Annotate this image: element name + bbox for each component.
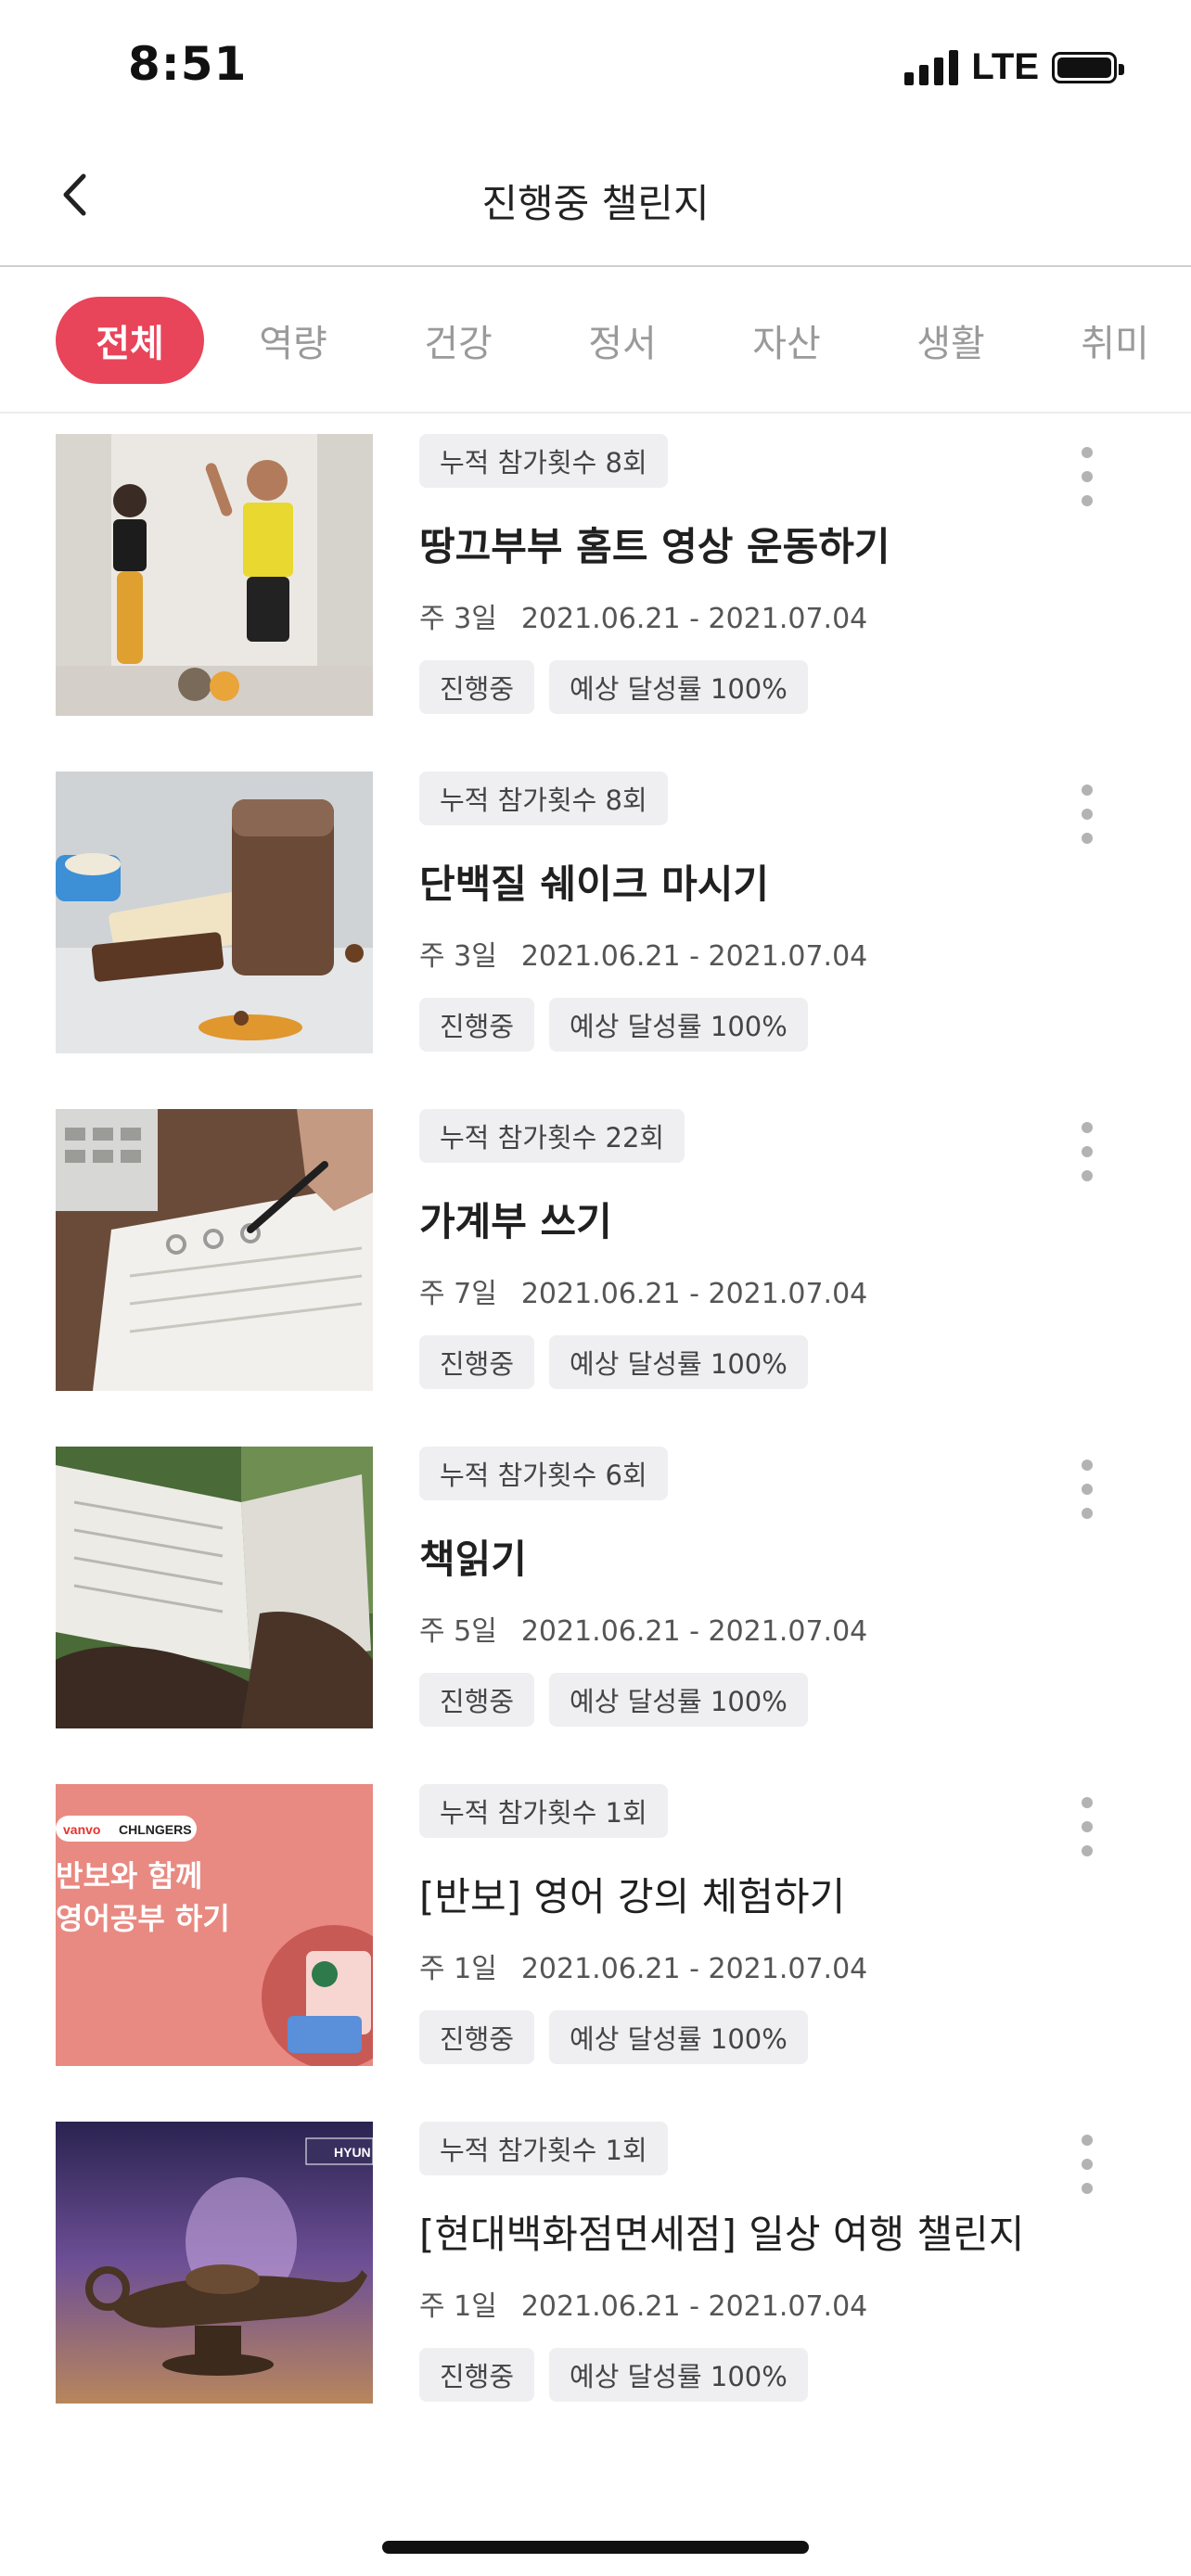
tab-competency[interactable]: 역량 bbox=[237, 297, 349, 384]
challenge-meta: 주 1일 2021.06.21 - 2021.07.04 bbox=[419, 1945, 867, 1986]
challenge-title: 단백질 쉐이크 마시기 bbox=[419, 861, 770, 907]
battery-icon bbox=[1052, 51, 1124, 83]
status-badge: 진행중 bbox=[419, 660, 535, 714]
challenge-frequency: 주 3일 bbox=[419, 940, 497, 973]
challenge-meta: 주 7일 2021.06.21 - 2021.07.04 bbox=[419, 1270, 867, 1311]
status-badge: 진행중 bbox=[419, 998, 535, 1052]
banner-brand: HYUN bbox=[334, 2145, 371, 2160]
challenge-thumbnail bbox=[56, 1447, 373, 1728]
tab-hobby[interactable]: 취미 bbox=[1059, 297, 1171, 384]
more-options-button[interactable] bbox=[1069, 447, 1106, 506]
expected-rate-badge: 예상 달성률 100% bbox=[549, 1673, 808, 1727]
challenge-title: 가계부 쓰기 bbox=[419, 1199, 612, 1244]
challenge-frequency: 주 3일 bbox=[419, 603, 497, 635]
status-badge: 진행중 bbox=[419, 1335, 535, 1389]
challenge-item[interactable]: HYUN 누적 참가횟수 1회 [현대백화점면세점] 일상 여행 챌린지 주 1… bbox=[0, 2101, 1191, 2439]
participation-badge: 누적 참가횟수 8회 bbox=[419, 772, 668, 825]
banner-line1: 반보와 함께 bbox=[56, 1858, 202, 1894]
challenge-item[interactable]: 누적 참가횟수 8회 단백질 쉐이크 마시기 주 3일 2021.06.21 - … bbox=[0, 751, 1191, 1089]
status-bar: 8:51 LTE bbox=[0, 0, 1191, 130]
nav-header: 진행중 챌린지 bbox=[0, 130, 1191, 267]
tab-assets[interactable]: 자산 bbox=[731, 297, 842, 384]
tab-health[interactable]: 건강 bbox=[403, 297, 514, 384]
participation-badge: 누적 참가횟수 1회 bbox=[419, 2122, 668, 2175]
status-row: 진행중 예상 달성률 100% bbox=[419, 1673, 808, 1727]
expected-rate-badge: 예상 달성률 100% bbox=[549, 1335, 808, 1389]
participation-badge: 누적 참가횟수 8회 bbox=[419, 434, 668, 488]
challenge-thumbnail bbox=[56, 772, 373, 1053]
challenge-item[interactable]: 누적 참가횟수 6회 책읽기 주 5일 2021.06.21 - 2021.07.… bbox=[0, 1426, 1191, 1764]
challenge-title: [반보] 영어 강의 체험하기 bbox=[419, 1874, 846, 1919]
challenge-frequency: 주 1일 bbox=[419, 1953, 497, 1985]
participation-badge: 누적 참가횟수 1회 bbox=[419, 1784, 668, 1838]
challenge-thumbnail: vanvo CHLNGERS 반보와 함께 영어공부 하기 bbox=[56, 1784, 373, 2066]
tab-living[interactable]: 생활 bbox=[895, 297, 1006, 384]
network-label: LTE bbox=[971, 46, 1039, 87]
more-vertical-icon bbox=[1082, 784, 1093, 796]
challenge-period: 2021.06.21 - 2021.07.04 bbox=[520, 1615, 868, 1648]
more-options-button[interactable] bbox=[1069, 1460, 1106, 1519]
challenge-thumbnail bbox=[56, 434, 373, 716]
home-indicator[interactable] bbox=[382, 2541, 809, 2554]
status-time: 8:51 bbox=[128, 37, 248, 91]
tab-all[interactable]: 전체 bbox=[56, 297, 204, 384]
challenge-frequency: 주 7일 bbox=[419, 1278, 497, 1310]
expected-rate-badge: 예상 달성률 100% bbox=[549, 2348, 808, 2402]
more-vertical-icon bbox=[1082, 2135, 1093, 2146]
participation-badge: 누적 참가횟수 6회 bbox=[419, 1447, 668, 1500]
challenge-meta: 주 3일 2021.06.21 - 2021.07.04 bbox=[419, 933, 867, 974]
status-row: 진행중 예상 달성률 100% bbox=[419, 2348, 808, 2402]
banner-partner: CHLNGERS bbox=[119, 1822, 192, 1837]
challenge-item[interactable]: 누적 참가횟수 8회 땅끄부부 홈트 영상 운동하기 주 3일 2021.06.2… bbox=[0, 414, 1191, 751]
challenge-period: 2021.06.21 - 2021.07.04 bbox=[520, 1278, 868, 1310]
more-options-button[interactable] bbox=[1069, 1797, 1106, 1856]
status-row: 진행중 예상 달성률 100% bbox=[419, 660, 808, 714]
status-row: 진행중 예상 달성률 100% bbox=[419, 998, 808, 1052]
challenge-title: 책읽기 bbox=[419, 1537, 527, 1582]
page-title: 진행중 챌린지 bbox=[481, 181, 710, 226]
participation-badge: 누적 참가횟수 22회 bbox=[419, 1109, 685, 1163]
challenge-period: 2021.06.21 - 2021.07.04 bbox=[520, 603, 868, 635]
status-row: 진행중 예상 달성률 100% bbox=[419, 2010, 808, 2064]
more-options-button[interactable] bbox=[1069, 2135, 1106, 2194]
expected-rate-badge: 예상 달성률 100% bbox=[549, 998, 808, 1052]
challenge-meta: 주 5일 2021.06.21 - 2021.07.04 bbox=[419, 1608, 867, 1649]
challenge-item[interactable]: vanvo CHLNGERS 반보와 함께 영어공부 하기 누적 참가횟수 1회… bbox=[0, 1764, 1191, 2101]
status-badge: 진행중 bbox=[419, 1673, 535, 1727]
more-vertical-icon bbox=[1082, 1460, 1093, 1471]
challenge-meta: 주 3일 2021.06.21 - 2021.07.04 bbox=[419, 595, 867, 636]
challenge-period: 2021.06.21 - 2021.07.04 bbox=[520, 940, 868, 973]
expected-rate-badge: 예상 달성률 100% bbox=[549, 660, 808, 714]
more-options-button[interactable] bbox=[1069, 1122, 1106, 1181]
tab-emotion[interactable]: 정서 bbox=[567, 297, 678, 384]
status-badge: 진행중 bbox=[419, 2348, 535, 2402]
challenge-thumbnail: HYUN bbox=[56, 2122, 373, 2404]
status-badge: 진행중 bbox=[419, 2010, 535, 2064]
more-vertical-icon bbox=[1082, 1797, 1093, 1808]
banner-line2: 영어공부 하기 bbox=[56, 1901, 230, 1936]
challenge-item[interactable]: 누적 참가횟수 22회 가계부 쓰기 주 7일 2021.06.21 - 2021… bbox=[0, 1089, 1191, 1426]
challenge-period: 2021.06.21 - 2021.07.04 bbox=[520, 2290, 868, 2323]
challenge-title: 땅끄부부 홈트 영상 운동하기 bbox=[419, 524, 890, 569]
status-indicators: LTE bbox=[904, 46, 1124, 88]
challenge-period: 2021.06.21 - 2021.07.04 bbox=[520, 1953, 868, 1985]
more-options-button[interactable] bbox=[1069, 784, 1106, 844]
challenge-frequency: 주 5일 bbox=[419, 1615, 497, 1648]
challenge-frequency: 주 1일 bbox=[419, 2290, 497, 2323]
more-vertical-icon bbox=[1082, 447, 1093, 458]
signal-icon bbox=[904, 49, 959, 85]
banner-brand: vanvo bbox=[63, 1822, 100, 1837]
challenge-meta: 주 1일 2021.06.21 - 2021.07.04 bbox=[419, 2283, 867, 2324]
category-tabs: 전체 역량 건강 정서 자산 생활 취미 bbox=[0, 269, 1191, 414]
challenge-thumbnail bbox=[56, 1109, 373, 1391]
more-vertical-icon bbox=[1082, 1122, 1093, 1133]
challenge-title: [현대백화점면세점] 일상 여행 챌린지 bbox=[419, 2212, 1025, 2257]
status-row: 진행중 예상 달성률 100% bbox=[419, 1335, 808, 1389]
expected-rate-badge: 예상 달성률 100% bbox=[549, 2010, 808, 2064]
